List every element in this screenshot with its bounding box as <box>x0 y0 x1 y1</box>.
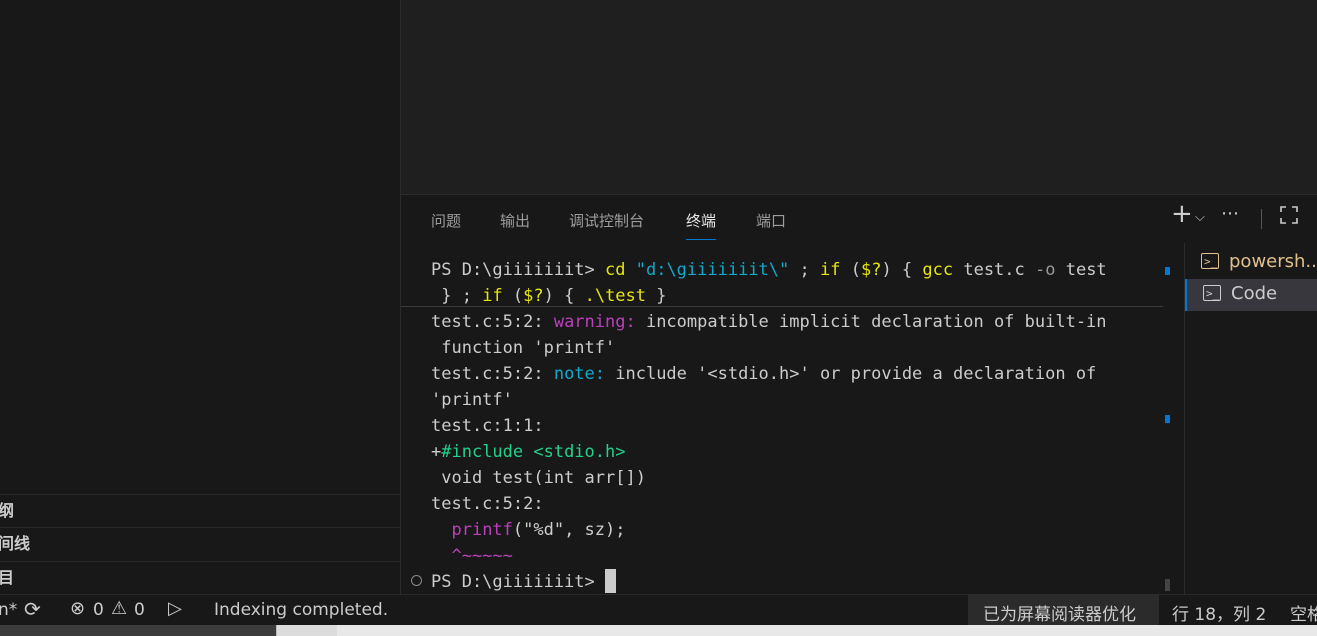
taskbar-segment <box>276 625 337 636</box>
tab-problems[interactable]: 问题 <box>431 210 461 236</box>
tab-ports[interactable]: 端口 <box>756 210 786 236</box>
cmd-token: test <box>1055 260 1107 280</box>
output-line: test.c:1:1: <box>431 416 544 436</box>
prompt-text: PS D:\giiiiiiit> <box>431 260 605 280</box>
cmd-token: $? <box>523 286 544 306</box>
editor-area <box>401 0 1317 193</box>
terminal-item-code[interactable]: >_ Code <box>1185 279 1317 311</box>
tab-output[interactable]: 输出 <box>500 210 530 236</box>
terminal-item-powershell[interactable]: >_ powersh... <box>1185 247 1317 279</box>
terminal-scrollbar[interactable] <box>1163 243 1173 595</box>
error-icon[interactable]: ⊗ <box>70 598 85 619</box>
output-line: ("%d", sz); <box>512 520 626 540</box>
highlight-token: printf <box>451 520 513 540</box>
sidebar-section-outline[interactable]: 纲 <box>0 494 400 527</box>
cmd-token: if <box>482 286 503 306</box>
taskbar-segment <box>0 625 276 636</box>
warning-count[interactable]: 0 <box>134 600 145 620</box>
output-line: test.c:5:2: <box>431 364 554 384</box>
plus-icon[interactable]: + <box>1171 199 1193 229</box>
terminal-item-label: Code <box>1231 283 1278 304</box>
terminal-item-label: powersh... <box>1229 251 1317 272</box>
cmd-token: gcc <box>922 260 954 280</box>
cmd-token: ( <box>840 260 861 280</box>
cmd-token: .\test <box>584 286 647 306</box>
output-line: 'printf' <box>431 390 513 410</box>
cmd-token: ) { <box>543 286 585 306</box>
cmd-token: cd <box>605 260 626 280</box>
output-line: include '<stdio.h>' or provide a declara… <box>605 364 1097 384</box>
chevron-down-icon[interactable]: ⌵ <box>1195 210 1205 225</box>
cmd-token: ) { <box>881 260 923 280</box>
cmd-token: } <box>646 286 667 306</box>
prompt-text: PS D:\giiiiiiit> <box>431 572 605 592</box>
terminal-cursor <box>605 569 616 593</box>
cmd-token: if <box>819 260 841 280</box>
cmd-token: } ; <box>431 286 483 306</box>
warning-keyword: warning: <box>553 312 636 332</box>
taskbar-strip <box>0 625 1317 636</box>
sidebar-section-project[interactable]: 目 <box>0 561 400 594</box>
output-line: incompatible implicit declaration of bui… <box>635 312 1107 332</box>
command-decoration-icon[interactable] <box>411 575 422 586</box>
divider <box>1261 209 1262 229</box>
warning-icon[interactable]: ⚠ <box>111 598 127 619</box>
cmd-token: ; <box>789 260 820 280</box>
sidebar-section-label: 纲 <box>0 501 15 520</box>
bottom-panel: 问题 输出 调试控制台 终端 端口 + ⌵ ⋯ PS D:\giiiiiiit>… <box>401 194 1317 595</box>
status-bar: n* ⟳ ⊗ 0 ⚠ 0 ▷ Indexing completed. 已为屏幕阅… <box>0 594 1317 625</box>
cmd-token: -o <box>1035 260 1056 280</box>
scroll-thumb[interactable] <box>1165 579 1170 591</box>
screen-reader-label[interactable]: 已为屏幕阅读器优化 <box>983 600 1136 625</box>
ellipsis-icon[interactable]: ⋯ <box>1221 203 1239 224</box>
tab-terminal[interactable]: 终端 <box>686 210 717 240</box>
fixit-include: #include <stdio.h> <box>441 442 626 462</box>
output-line: void test(int arr[]) <box>431 468 646 488</box>
status-message: Indexing completed. <box>214 600 389 620</box>
indentation-setting[interactable]: 空格 <box>1290 600 1317 625</box>
output-line: test.c:5:2: <box>431 494 544 514</box>
sidebar: 纲 间线 目 <box>0 0 401 594</box>
scroll-marker <box>1165 415 1170 423</box>
sidebar-section-label: 间线 <box>0 534 31 553</box>
cmd-token: ( <box>502 286 524 306</box>
note-keyword: note: <box>553 364 606 384</box>
scroll-marker <box>1165 267 1170 275</box>
caret-marker: ^~~~~~ <box>431 546 513 566</box>
terminal-icon: >_ <box>1203 285 1221 301</box>
cmd-token: $? <box>860 260 882 280</box>
sidebar-section-label: 目 <box>0 568 15 587</box>
sidebar-section-timeline[interactable]: 间线 <box>0 527 400 560</box>
branch-indicator[interactable]: n* <box>0 600 17 620</box>
output-line: function 'printf' <box>431 338 616 358</box>
terminal-output[interactable]: PS D:\giiiiiiit> cd "d:\giiiiiiit\" ; if… <box>431 257 1161 595</box>
terminal-list: >_ powersh... >_ Code <box>1184 243 1317 595</box>
terminal-icon: >_ <box>1201 253 1219 269</box>
output-line: test.c:5:2: <box>431 312 554 332</box>
tab-debug-console[interactable]: 调试控制台 <box>569 210 644 236</box>
output-line: + <box>431 442 442 462</box>
cmd-token: "d:\giiiiiiit\" <box>635 260 790 280</box>
error-count[interactable]: 0 <box>93 600 104 620</box>
debug-icon[interactable]: ▷ <box>168 598 182 619</box>
cursor-position[interactable]: 行 18，列 2 <box>1172 600 1266 625</box>
sync-icon[interactable]: ⟳ <box>24 597 41 621</box>
maximize-icon[interactable] <box>1279 205 1299 230</box>
cmd-token: test.c <box>953 260 1035 280</box>
